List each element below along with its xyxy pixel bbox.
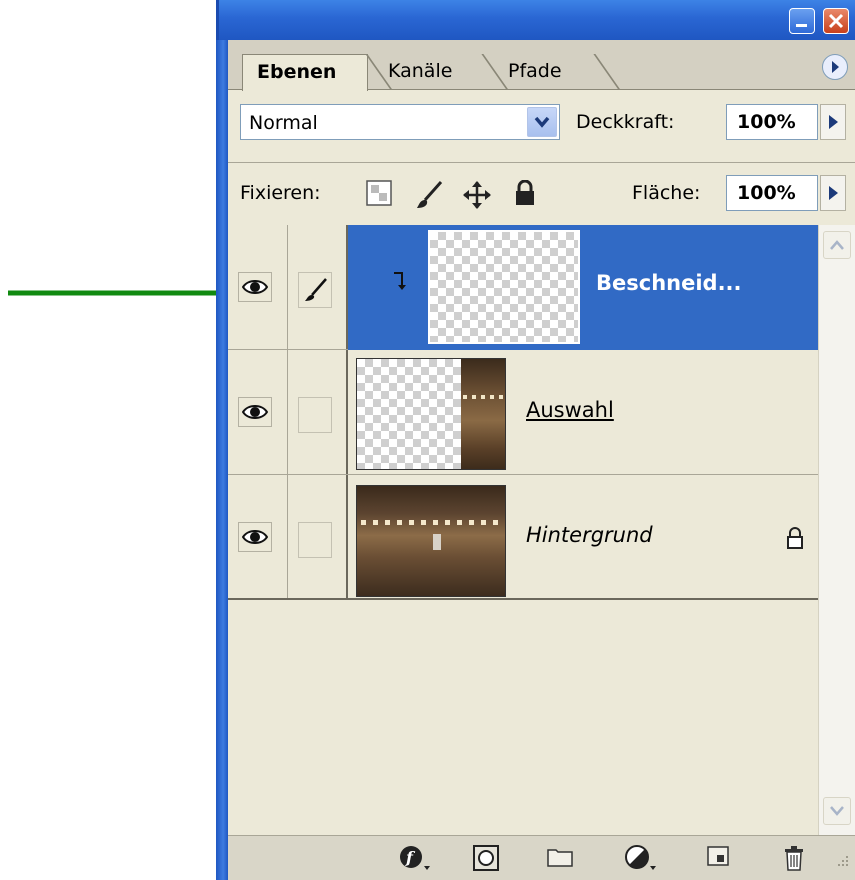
opacity-slider-arrow-icon[interactable]	[820, 104, 846, 140]
visibility-cell	[228, 475, 288, 598]
panel-titlebar	[216, 0, 855, 40]
tab-ebenen[interactable]: Ebenen	[242, 54, 368, 91]
layer-name[interactable]: Auswahl	[526, 398, 614, 422]
selected-layer-highlight: Beschneid...	[348, 225, 818, 350]
layer-thumbnail	[356, 485, 506, 597]
tab-kanaele[interactable]: Kanäle	[374, 54, 472, 90]
link-cell	[288, 225, 348, 349]
eye-icon[interactable]	[238, 397, 272, 427]
fill-slider-arrow-icon[interactable]	[820, 175, 846, 211]
new-layer-icon[interactable]	[706, 844, 730, 868]
fill-input[interactable]: 100%	[726, 175, 818, 211]
layer-style-icon[interactable]: f	[398, 844, 432, 872]
link-box[interactable]	[298, 272, 332, 308]
layer-thumbnail	[428, 230, 580, 344]
scroll-up-icon[interactable]	[823, 231, 851, 259]
tab-bar: Ebenen Kanäle Pfade	[228, 40, 855, 91]
scroll-down-icon[interactable]	[823, 797, 851, 825]
close-icon[interactable]	[823, 8, 849, 34]
layer-mask-icon[interactable]	[472, 844, 500, 872]
lock-icon	[787, 527, 803, 549]
brush-icon	[305, 278, 327, 301]
lock-fill-row: Fixieren: Fläche: 100%	[228, 163, 855, 226]
layer-name[interactable]: Beschneid...	[596, 271, 742, 295]
minimize-icon[interactable]	[789, 8, 815, 34]
lock-all-icon[interactable]	[514, 180, 536, 206]
blend-mode-select[interactable]: Normal	[240, 104, 560, 140]
layer-thumbnail	[356, 358, 506, 470]
lock-position-move-icon[interactable]	[462, 180, 492, 210]
eye-icon[interactable]	[238, 522, 272, 552]
lock-label: Fixieren:	[240, 182, 321, 204]
layer-row-beschneid[interactable]: Beschneid...	[228, 225, 818, 350]
opacity-label: Deckkraft:	[576, 111, 675, 133]
fill-label: Fläche:	[632, 182, 701, 204]
panel-menu-icon[interactable]	[822, 54, 848, 80]
tab-pfade[interactable]: Pfade	[494, 54, 604, 90]
thumbnail-lights	[463, 395, 503, 399]
layer-name[interactable]: Hintergrund	[526, 523, 653, 547]
opacity-input[interactable]: 100%	[726, 104, 818, 140]
layers-list: Beschneid... Auswahl Hintergrund	[228, 225, 818, 835]
window-left-border	[216, 40, 228, 880]
chevron-down-icon[interactable]	[527, 107, 557, 137]
layers-panel: Ebenen Kanäle Pfade Normal Deckkraft: 10…	[216, 0, 855, 880]
lock-transparent-icon[interactable]	[366, 180, 392, 206]
layers-bottom-toolbar: f	[228, 835, 855, 880]
adjustment-layer-icon[interactable]	[624, 844, 658, 872]
thumbnail-lights	[361, 520, 501, 525]
visibility-cell	[228, 350, 288, 474]
link-cell	[288, 475, 348, 598]
resize-grip-icon[interactable]	[834, 854, 850, 870]
link-cell	[288, 350, 348, 474]
blend-opacity-row: Normal Deckkraft: 100%	[228, 90, 855, 163]
blend-mode-value: Normal	[249, 112, 318, 134]
new-group-folder-icon[interactable]	[546, 844, 574, 870]
link-box[interactable]	[298, 522, 332, 558]
tab-label: Kanäle	[388, 60, 453, 82]
visibility-cell	[228, 225, 288, 349]
lock-image-brush-icon[interactable]	[414, 180, 444, 210]
eye-icon[interactable]	[238, 272, 272, 302]
layer-row-auswahl[interactable]: Auswahl	[228, 350, 818, 475]
thumbnail-image-strip	[461, 359, 505, 469]
thumbnail-figure	[433, 534, 441, 550]
tab-label: Pfade	[508, 60, 562, 82]
link-box[interactable]	[298, 397, 332, 433]
layers-scrollbar[interactable]	[818, 225, 855, 835]
layer-row-hintergrund[interactable]: Hintergrund	[228, 475, 818, 600]
clipping-mask-icon	[394, 272, 406, 290]
tab-label: Ebenen	[257, 61, 337, 83]
trash-icon[interactable]	[782, 844, 806, 872]
